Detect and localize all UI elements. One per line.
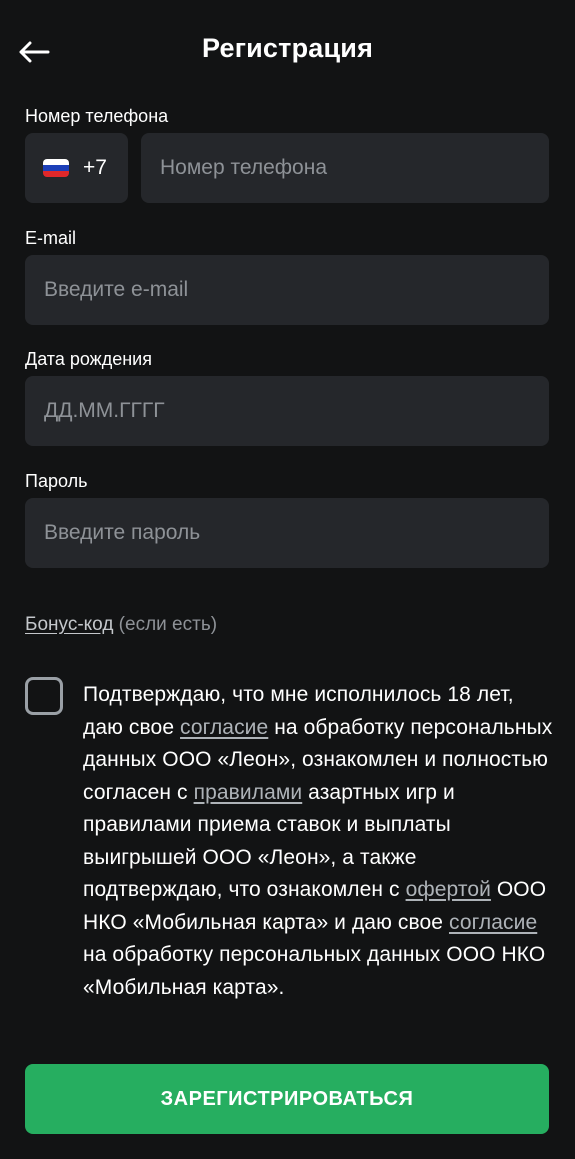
password-label: Пароль (25, 471, 88, 491)
email-field[interactable] (25, 255, 549, 325)
bonus-code-row: Бонус-код (если есть) (25, 614, 217, 636)
header: Регистрация (0, 0, 575, 104)
consent-nko-personal-data-link[interactable]: согласие (449, 911, 537, 934)
birthdate-input[interactable] (44, 399, 530, 423)
email-input[interactable] (44, 278, 530, 302)
phone-label: Номер телефона (25, 106, 169, 126)
country-code-selector[interactable]: +7 (25, 133, 128, 203)
password-field[interactable] (25, 498, 549, 568)
page-title: Регистрация (201, 33, 374, 63)
phone-field[interactable] (141, 133, 549, 203)
rules-link[interactable]: правилами (194, 781, 303, 804)
register-button[interactable]: ЗАРЕГИСТРИРОВАТЬСЯ (25, 1064, 549, 1134)
birthdate-field[interactable] (25, 376, 549, 446)
bonus-code-hint: (если есть) (113, 614, 218, 635)
consent-personal-data-link[interactable]: согласие (180, 716, 268, 739)
consent-text: Подтверждаю, что мне исполнилось 18 лет,… (83, 679, 553, 1004)
birthdate-label: Дата рождения (25, 349, 152, 369)
phone-input[interactable] (160, 156, 530, 180)
consent-text-part: на обработку персональных данных ООО НКО… (83, 943, 546, 999)
consent-checkbox[interactable] (25, 677, 63, 715)
russia-flag-icon (43, 159, 69, 177)
dial-code: +7 (83, 156, 107, 179)
email-label: E-mail (25, 228, 77, 248)
bonus-code-link[interactable]: Бонус-код (25, 614, 113, 635)
offer-link[interactable]: офертой (406, 878, 491, 901)
password-input[interactable] (44, 521, 530, 545)
